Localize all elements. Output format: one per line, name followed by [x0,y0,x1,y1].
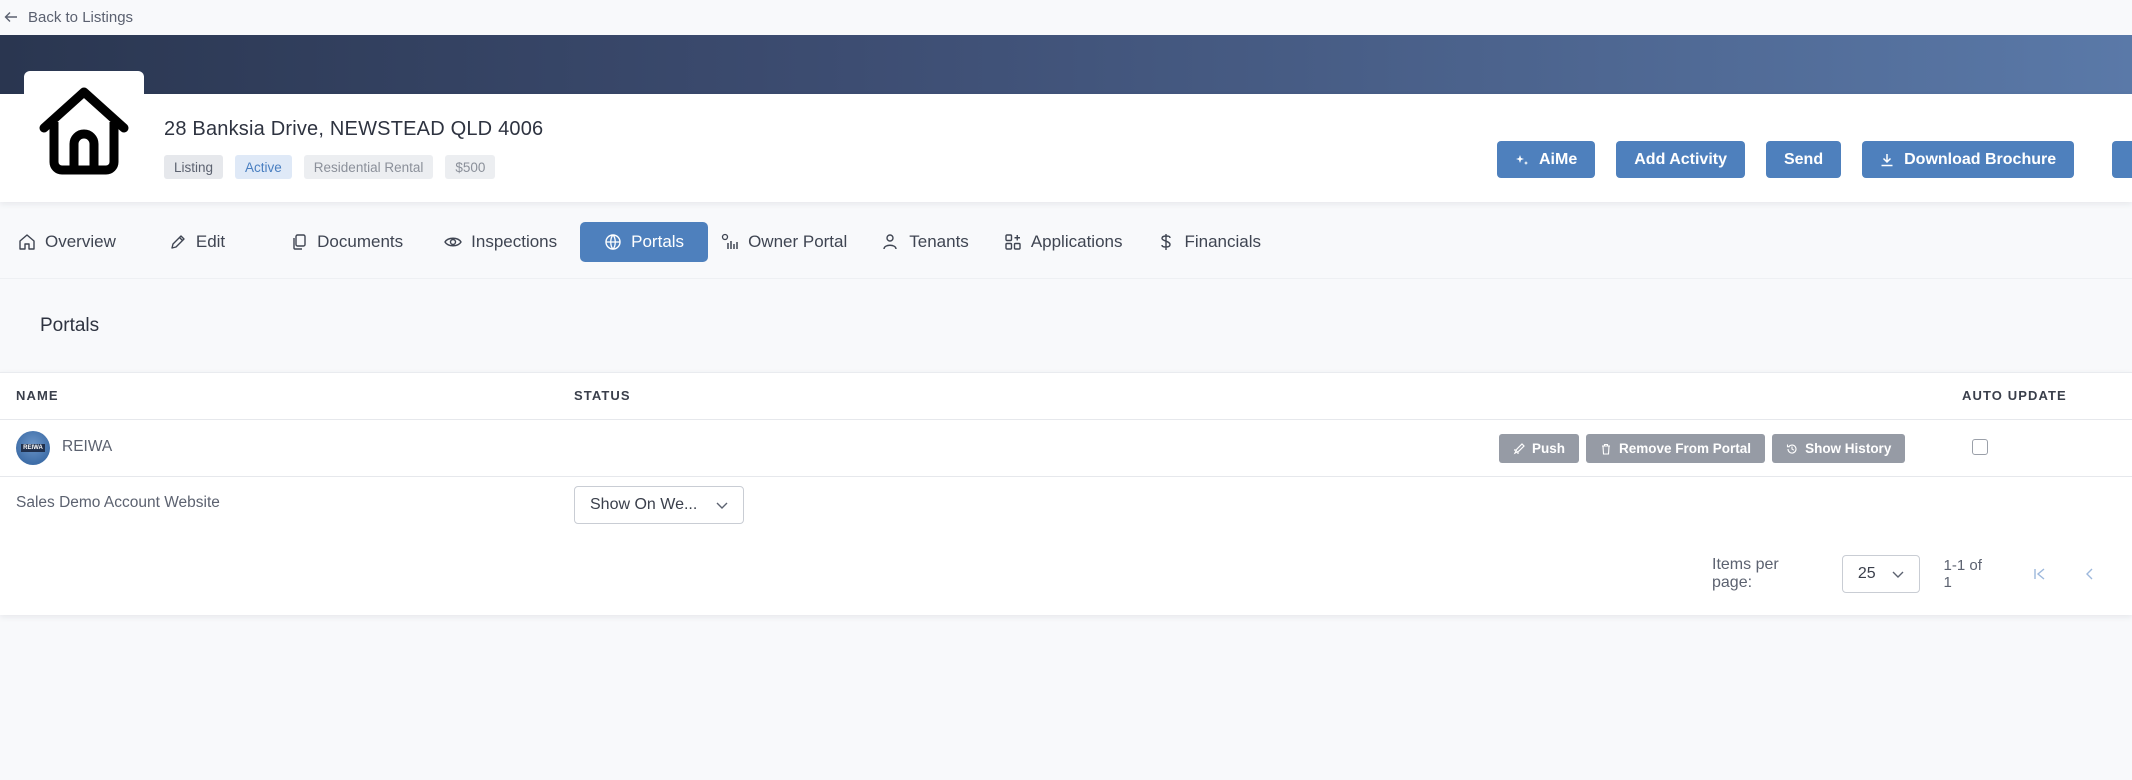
add-activity-label: Add Activity [1634,150,1727,168]
remove-from-portal-label: Remove From Portal [1619,441,1752,456]
tab-label: Owner Portal [748,232,848,251]
badge-type: Residential Rental [303,155,434,179]
history-icon [1786,443,1798,455]
push-button[interactable]: Push [1499,434,1580,463]
show-history-label: Show History [1805,441,1892,456]
items-per-page-label: Items per page: [1712,556,1779,591]
tab-owner-portal[interactable]: Owner Portal [709,222,859,262]
tab-overview[interactable]: Overview [6,222,128,262]
badge-listing: Listing [164,155,224,179]
items-per-page-value: 25 [1857,565,1876,582]
arrow-left-icon [4,10,18,24]
tab-label: Inspections [471,232,558,251]
dollar-icon [1157,233,1175,251]
tab-label: Tenants [909,232,969,251]
house-icon [36,84,132,180]
more-actions-button[interactable] [2112,141,2132,178]
tab-label: Portals [631,232,685,251]
trash-icon [1600,443,1612,455]
listing-badges: Listing Active Residential Rental $500 [164,155,496,179]
send-button[interactable]: Send [1765,141,1842,178]
download-brochure-label: Download Brochure [1904,150,2057,168]
badge-price: $500 [445,155,496,179]
send-label: Send [1783,150,1824,168]
header-actions: AiMe Add Activity Send Download Brochure [1497,141,2075,178]
website-status-select[interactable]: Show On We... [574,486,744,524]
download-brochure-button[interactable]: Download Brochure [1862,141,2075,178]
pencil-icon [169,233,187,251]
badge-status: Active [235,155,292,179]
pagination: Items per page: 25 1-1 of 1 [1712,555,2132,593]
download-icon [1880,153,1894,167]
tab-applications[interactable]: Applications [992,222,1135,262]
tab-label: Edit [195,232,226,251]
section-divider [0,278,2132,279]
tab-edit[interactable]: Edit [157,222,237,262]
back-to-listings-link[interactable]: Back to Listings [0,0,133,34]
previous-page-icon[interactable] [2082,566,2098,582]
tab-label: Overview [45,232,116,251]
first-page-icon[interactable] [2032,566,2048,582]
remove-from-portal-button[interactable]: Remove From Portal [1586,434,1766,463]
add-activity-button[interactable]: Add Activity [1616,141,1745,178]
aime-label: AiMe [1539,150,1578,168]
portal-name: REIWA [62,438,113,455]
tab-financials[interactable]: Financials [1145,222,1273,262]
listing-tabs: Overview Edit Documents Inspections Port… [0,222,1284,262]
website-portal-name: Sales Demo Account Website [16,494,220,511]
auto-update-checkbox[interactable] [1972,439,1988,455]
globe-icon [604,233,622,251]
tab-tenants[interactable]: Tenants [870,222,981,262]
portal-row-actions: Push Remove From Portal Show History [1499,434,1906,463]
row-divider [0,419,2132,420]
tab-documents[interactable]: Documents [278,222,415,262]
tab-inspections[interactable]: Inspections [432,222,569,262]
eye-icon [444,233,462,251]
tab-portals[interactable]: Portals [580,222,709,262]
column-header-status: STATUS [574,388,631,403]
select-value: Show On We... [590,496,698,513]
rocket-icon [1513,442,1525,455]
reiwa-logo: REIWA [16,431,50,465]
show-history-button[interactable]: Show History [1772,434,1906,463]
chevron-down-icon [1891,567,1905,581]
user-icon [882,233,900,251]
owner-portal-icon [721,233,739,251]
tab-label: Financials [1184,232,1262,251]
tab-label: Applications [1030,232,1123,251]
documents-icon [290,233,308,251]
aime-button[interactable]: AiMe [1497,141,1596,178]
home-icon [18,233,36,251]
column-header-name: NAME [16,388,59,403]
listing-address: 28 Banksia Drive, NEWSTEAD QLD 4006 [164,118,544,140]
column-header-auto-update: AUTO UPDATE [1962,388,2067,403]
push-label: Push [1532,441,1566,456]
row-divider [0,476,2132,477]
pagination-range: 1-1 of 1 [1943,557,1982,591]
header-banner [0,35,2132,95]
back-link-label: Back to Listings [28,8,134,26]
sparkle-icon [1515,153,1529,167]
items-per-page-select[interactable]: 25 [1841,555,1920,593]
property-logo [24,71,144,193]
section-title: Portals [40,315,100,336]
chevron-down-icon [715,498,729,512]
apps-icon [1004,233,1022,251]
tab-label: Documents [317,232,404,251]
